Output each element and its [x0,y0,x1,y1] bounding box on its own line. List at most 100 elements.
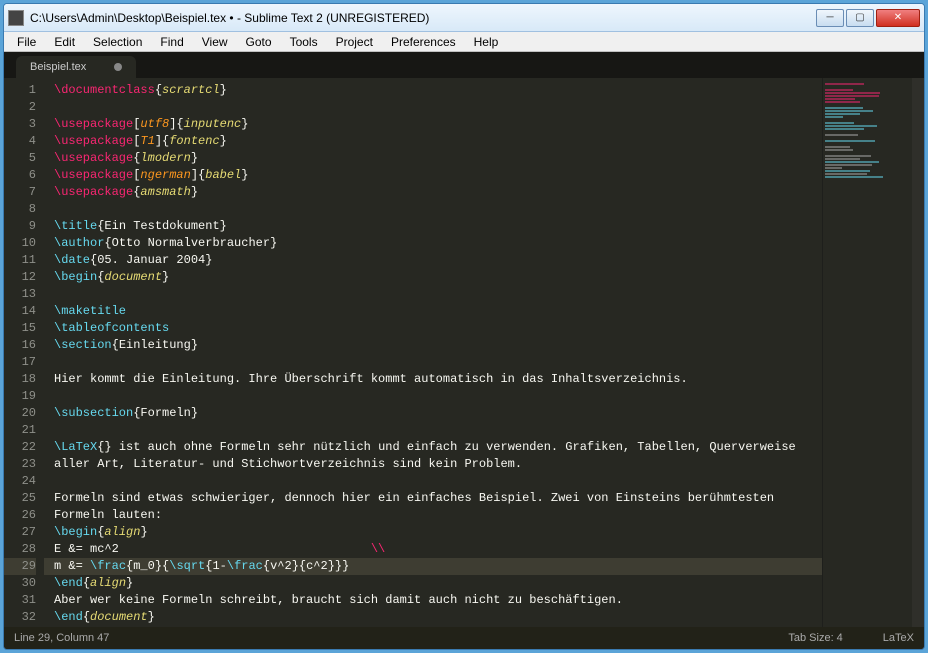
code-line[interactable]: aller Art, Literatur- und Stichwortverze… [44,456,822,473]
code-line[interactable]: \begin{align} [44,524,822,541]
line-number[interactable]: 7 [4,184,36,201]
code-line[interactable]: \section{Einleitung} [44,337,822,354]
code-line[interactable]: \subsection{Formeln} [44,405,822,422]
tab-beispiel[interactable]: Beispiel.tex [16,56,136,78]
minimize-button[interactable]: ─ [816,9,844,27]
line-number[interactable]: 16 [4,337,36,354]
code-line[interactable]: m &= \frac{m_0}{\sqrt{1-\frac{v^2}{c^2}}… [44,558,822,575]
minimap-line [825,149,853,151]
line-number[interactable]: 13 [4,286,36,303]
minimap-line [825,170,870,172]
line-number[interactable]: 28 [4,541,36,558]
minimap-line [825,128,864,130]
titlebar[interactable]: C:\Users\Admin\Desktop\Beispiel.tex • - … [4,4,924,32]
line-number[interactable]: 25 [4,490,36,507]
menu-edit[interactable]: Edit [45,33,84,51]
line-number[interactable]: 27 [4,524,36,541]
status-position[interactable]: Line 29, Column 47 [14,632,748,644]
line-number[interactable]: 9 [4,218,36,235]
close-button[interactable]: ✕ [876,9,920,27]
line-number[interactable]: 22 [4,439,36,456]
line-number[interactable]: 1 [4,82,36,99]
line-number[interactable]: 29 [4,558,36,575]
status-tabsize[interactable]: Tab Size: 4 [788,632,842,644]
line-number[interactable]: 6 [4,167,36,184]
code-line[interactable] [44,354,822,371]
line-number[interactable]: 26 [4,507,36,524]
gutter[interactable]: 1234567891011121314151617181920212223242… [4,78,44,627]
scrollbar[interactable] [912,78,924,627]
menu-project[interactable]: Project [327,33,382,51]
code-line[interactable]: \title{Ein Testdokument} [44,218,822,235]
window-title: C:\Users\Admin\Desktop\Beispiel.tex • - … [30,11,816,25]
code-line[interactable]: \maketitle [44,303,822,320]
code-line[interactable]: \usepackage[T1]{fontenc} [44,133,822,150]
menu-goto[interactable]: Goto [237,33,281,51]
maximize-button[interactable]: ▢ [846,9,874,27]
minimap-line [825,146,850,148]
minimap-line [825,176,883,178]
status-syntax[interactable]: LaTeX [883,632,914,644]
minimap-line [825,110,873,112]
line-number[interactable]: 32 [4,609,36,626]
line-number[interactable]: 19 [4,388,36,405]
code-line[interactable]: \date{05. Januar 2004} [44,252,822,269]
code-line[interactable]: Aber wer keine Formeln schreibt, braucht… [44,592,822,609]
code-line[interactable]: Formeln lauten: [44,507,822,524]
minimap-line [825,173,867,175]
code-line[interactable]: \usepackage[ngerman]{babel} [44,167,822,184]
code-line[interactable]: Hier kommt die Einleitung. Ihre Überschr… [44,371,822,388]
line-number[interactable]: 12 [4,269,36,286]
menubar: FileEditSelectionFindViewGotoToolsProjec… [4,32,924,52]
line-number[interactable]: 10 [4,235,36,252]
line-number[interactable]: 18 [4,371,36,388]
line-number[interactable]: 5 [4,150,36,167]
code-line[interactable] [44,201,822,218]
tab-strip: Beispiel.tex [4,52,924,78]
line-number[interactable]: 17 [4,354,36,371]
code-line[interactable] [44,422,822,439]
line-number[interactable]: 24 [4,473,36,490]
statusbar: Line 29, Column 47 Tab Size: 4 LaTeX [4,627,924,649]
minimap-line [825,116,843,118]
menu-selection[interactable]: Selection [84,33,151,51]
minimap-line [825,140,875,142]
menu-file[interactable]: File [8,33,45,51]
minimap-line [825,89,853,91]
code-line[interactable] [44,473,822,490]
line-number[interactable]: 30 [4,575,36,592]
code-line[interactable] [44,388,822,405]
code-line[interactable] [44,286,822,303]
line-number[interactable]: 3 [4,116,36,133]
code-line[interactable]: E &= mc^2 \\ [44,541,822,558]
code-line[interactable]: \usepackage{amsmath} [44,184,822,201]
line-number[interactable]: 21 [4,422,36,439]
line-number[interactable]: 20 [4,405,36,422]
menu-preferences[interactable]: Preferences [382,33,465,51]
menu-view[interactable]: View [193,33,237,51]
line-number[interactable]: 31 [4,592,36,609]
code-line[interactable]: Formeln sind etwas schwieriger, dennoch … [44,490,822,507]
code-line[interactable]: \LaTeX{} ist auch ohne Formeln sehr nütz… [44,439,822,456]
line-number[interactable]: 4 [4,133,36,150]
menu-help[interactable]: Help [465,33,508,51]
code-line[interactable]: \documentclass{scrartcl} [44,82,822,99]
code-line[interactable]: \begin{document} [44,269,822,286]
code-line[interactable]: \usepackage[utf8]{inputenc} [44,116,822,133]
line-number[interactable]: 8 [4,201,36,218]
code-line[interactable]: \end{align} [44,575,822,592]
code-line[interactable]: \usepackage{lmodern} [44,150,822,167]
line-number[interactable]: 2 [4,99,36,116]
menu-find[interactable]: Find [151,33,192,51]
minimap[interactable] [822,78,912,627]
code-line[interactable]: \tableofcontents [44,320,822,337]
code-view[interactable]: \documentclass{scrartcl} \usepackage[utf8… [44,78,822,627]
line-number[interactable]: 15 [4,320,36,337]
menu-tools[interactable]: Tools [281,33,327,51]
code-line[interactable]: \end{document} [44,609,822,626]
line-number[interactable]: 11 [4,252,36,269]
line-number[interactable]: 14 [4,303,36,320]
code-line[interactable]: \author{Otto Normalverbraucher} [44,235,822,252]
line-number[interactable]: 23 [4,456,36,473]
code-line[interactable] [44,99,822,116]
